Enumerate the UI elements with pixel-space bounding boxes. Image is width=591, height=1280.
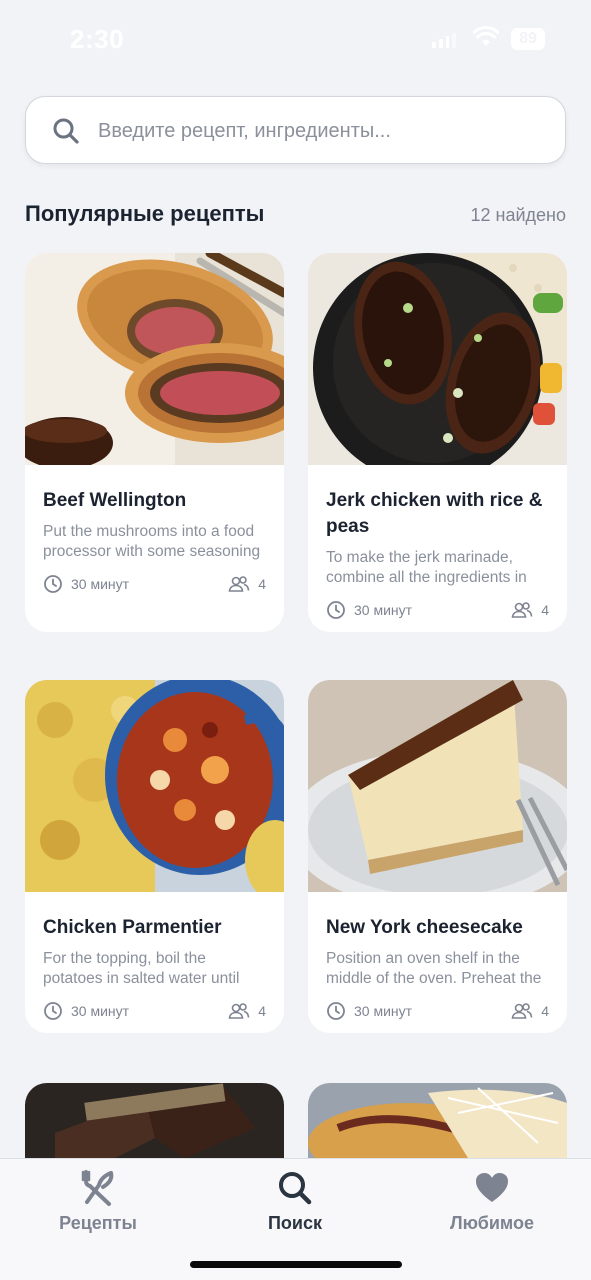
clock-icon <box>44 575 62 593</box>
clock-icon <box>327 1002 345 1020</box>
recipe-card[interactable]: Jerk chicken with rice & peas To make th… <box>308 253 567 632</box>
recipe-meta: 30 минут 4 <box>43 574 266 594</box>
search-input[interactable] <box>98 111 548 151</box>
recipe-image-chicken-parmentier <box>25 680 284 900</box>
users-icon <box>511 602 533 618</box>
status-time: 2:30 <box>70 24 125 54</box>
recipe-image-cheesecake <box>308 680 567 910</box>
recipe-title: Jerk chicken with rice & peas <box>326 490 543 537</box>
recipe-title: Beef Wellington <box>43 490 187 511</box>
tab-label: Любимое <box>449 1213 535 1233</box>
search-icon <box>53 118 79 144</box>
users-icon <box>228 1003 250 1019</box>
cook-time-text: 30 минут <box>354 602 413 618</box>
recipe-card[interactable]: Beef Wellington Put the mushrooms into a… <box>25 253 284 632</box>
recipe-image-jerk-chicken <box>308 253 567 483</box>
servings: 4 <box>228 1002 266 1020</box>
tab-search[interactable]: Поиск <box>215 1169 375 1234</box>
cook-time: 30 минут <box>43 1001 129 1021</box>
cook-time-text: 30 минут <box>71 576 130 592</box>
recipe-meta: 30 минут 4 <box>43 1001 266 1021</box>
tab-label: Поиск <box>267 1213 323 1233</box>
tab-favorites[interactable]: Любимое <box>412 1169 572 1234</box>
recipe-image-okonomiyaki <box>308 1083 567 1158</box>
battery-icon: 89 <box>511 28 545 50</box>
home-indicator <box>190 1261 402 1268</box>
recipe-image-chocolate <box>25 1083 284 1158</box>
tab-recipes[interactable]: Рецепты <box>18 1169 178 1234</box>
users-icon <box>228 576 250 592</box>
servings-count: 4 <box>258 1003 266 1019</box>
recipe-card[interactable]: Chicken Parmentier For the topping, boil… <box>25 680 284 1033</box>
search-icon <box>279 1172 312 1205</box>
recipe-image-beef-wellington <box>25 253 284 469</box>
recipe-card[interactable]: New York cheesecake Position an oven she… <box>308 680 567 1033</box>
clock-icon <box>44 1002 62 1020</box>
recipe-meta: 30 минут 4 <box>326 1001 549 1021</box>
recipe-title: Chicken Parmentier <box>43 917 222 938</box>
clock-icon <box>327 601 345 619</box>
servings-count: 4 <box>541 602 549 618</box>
heart-icon <box>476 1173 508 1202</box>
wifi-icon <box>473 26 499 46</box>
results-count: 12 найдено <box>470 205 567 225</box>
servings-count: 4 <box>258 576 266 592</box>
recipe-card[interactable] <box>25 1083 284 1158</box>
recipe-description: Position an oven shelf in the middle of … <box>326 950 542 987</box>
cook-time: 30 минут <box>326 1001 412 1021</box>
recipe-description: To make the jerk marinade, combine all t… <box>326 549 527 586</box>
search-bar[interactable] <box>25 96 566 164</box>
fork-knife-icon <box>81 1170 114 1206</box>
servings-count: 4 <box>541 1003 549 1019</box>
section-title: Популярные рецепты <box>25 201 265 226</box>
servings: 4 <box>511 601 549 619</box>
cook-time-text: 30 минут <box>354 1003 413 1019</box>
tab-label: Рецепты <box>59 1213 137 1233</box>
signal-icon <box>432 30 456 48</box>
servings: 4 <box>511 1002 549 1020</box>
recipe-description: For the topping, boil the potatoes in sa… <box>43 950 240 987</box>
recipe-card[interactable] <box>308 1083 567 1158</box>
cook-time: 30 минут <box>326 600 412 620</box>
recipe-title: New York cheesecake <box>326 917 523 938</box>
servings: 4 <box>228 575 266 593</box>
recipe-meta: 30 минут 4 <box>326 600 549 620</box>
cook-time: 30 минут <box>43 574 129 594</box>
status-bar: 2:30 89 <box>0 0 591 80</box>
users-icon <box>511 1003 533 1019</box>
cook-time-text: 30 минут <box>71 1003 130 1019</box>
recipe-description: Put the mushrooms into a food processor … <box>43 523 261 560</box>
